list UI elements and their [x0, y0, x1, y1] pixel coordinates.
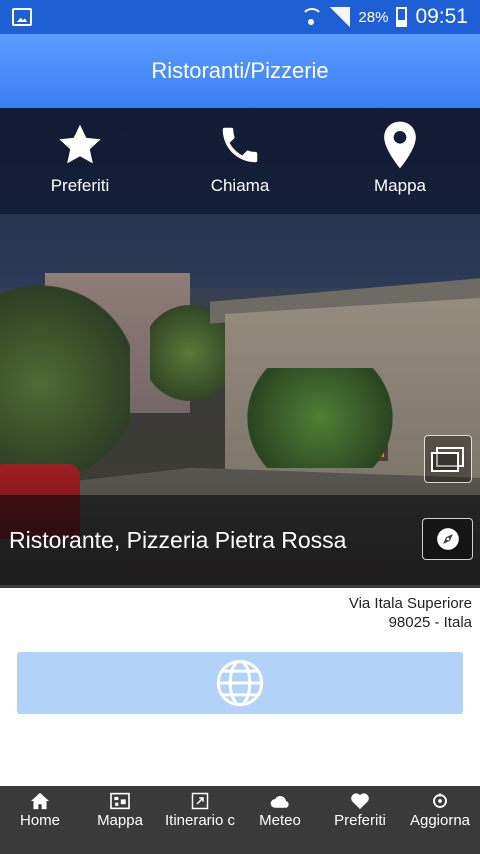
- tab-map-label: Mappa: [97, 812, 143, 829]
- clock: 09:51: [415, 5, 468, 28]
- call-label: Chiama: [210, 176, 270, 195]
- tab-home[interactable]: Home: [0, 786, 80, 854]
- action-bar: Preferiti Chiama Mappa: [0, 108, 480, 214]
- status-indicators: 28% 09:51: [300, 4, 468, 30]
- favorite-action[interactable]: Preferiti: [0, 108, 160, 214]
- refresh-icon: [430, 790, 450, 812]
- gallery-notification-icon: [12, 8, 32, 26]
- wifi-icon: [300, 7, 324, 27]
- website-button[interactable]: [17, 652, 463, 714]
- bottom-nav: Home Mappa Itinerario c Meteo Preferiti …: [0, 786, 480, 854]
- battery-percent: 28%: [358, 8, 389, 26]
- globe-icon: [216, 659, 264, 707]
- tab-favorites-label: Preferiti: [334, 812, 386, 829]
- tab-weather[interactable]: Meteo: [240, 786, 320, 854]
- tab-favorites[interactable]: Preferiti: [320, 786, 400, 854]
- map-label: Mappa: [374, 176, 426, 195]
- tab-directions-label: Itinerario c: [164, 812, 236, 829]
- place-name: Ristorante, Pizzeria Pietra Rossa: [9, 527, 347, 553]
- map-action[interactable]: Mappa: [320, 108, 480, 214]
- favorite-label: Preferiti: [50, 176, 110, 195]
- app-bar: Ristoranti/Pizzerie: [0, 34, 480, 108]
- call-action[interactable]: Chiama: [160, 108, 320, 214]
- tab-refresh-label: Aggiorna: [409, 812, 471, 829]
- battery-icon: [396, 7, 408, 27]
- directions-icon: [191, 790, 209, 812]
- phone-icon: [217, 120, 263, 170]
- signal-icon: [330, 7, 351, 27]
- weather-icon: [269, 790, 291, 812]
- navigate-button[interactable]: [422, 518, 473, 560]
- star-icon: [56, 120, 104, 170]
- status-bar: 28% 09:51: [0, 0, 480, 34]
- tab-home-label: Home: [19, 812, 60, 829]
- home-icon: [30, 790, 50, 812]
- map-icon: [110, 790, 130, 812]
- map-pin-icon: [380, 120, 420, 170]
- gallery-button[interactable]: [424, 435, 472, 483]
- address: Via Itala Superiore 98025 - Itala: [349, 594, 472, 632]
- tab-weather-label: Meteo: [259, 812, 301, 829]
- address-street: Via Itala Superiore: [348, 595, 472, 612]
- heart-icon: [350, 790, 370, 812]
- tab-map[interactable]: Mappa: [80, 786, 160, 854]
- tab-directions[interactable]: Itinerario c: [160, 786, 240, 854]
- address-city: 98025 - Itala: [388, 614, 472, 631]
- page-title: Ristoranti/Pizzerie: [151, 58, 329, 83]
- tab-refresh[interactable]: Aggiorna: [400, 786, 480, 854]
- compass-icon: [436, 528, 459, 550]
